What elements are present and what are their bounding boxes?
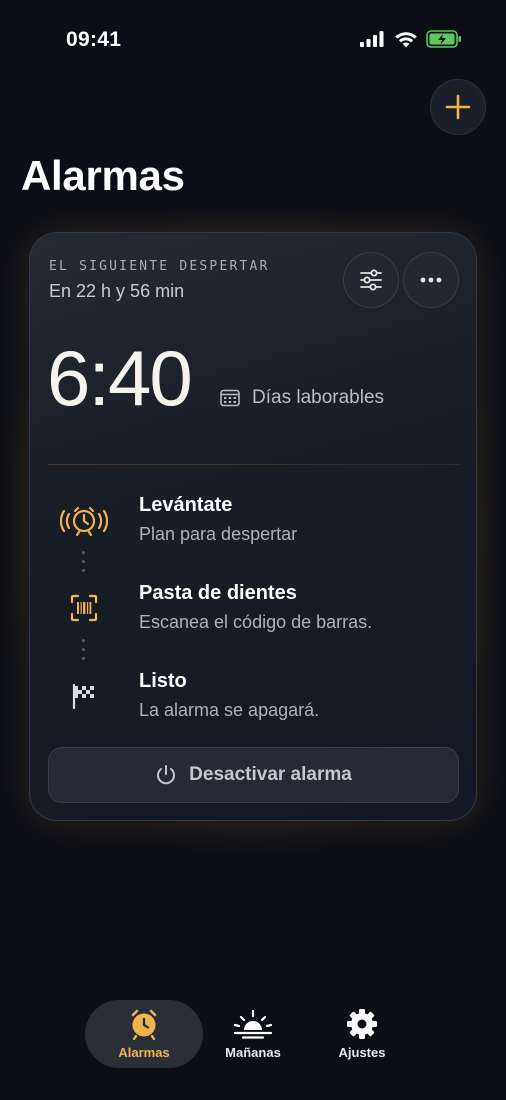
step-item[interactable]: Listo La alarma se apagará.: [30, 670, 478, 730]
sliders-icon: [360, 269, 382, 291]
ellipsis-icon: [420, 277, 442, 283]
alarm-card[interactable]: EL SIGUIENTE DESPERTAR En 22 h y 56 min …: [29, 232, 477, 821]
checkered-flag-icon: [60, 676, 108, 716]
tab-bar: Alarmas Mañanas Ajustes: [85, 1000, 421, 1068]
status-bar: 09:41: [0, 0, 506, 80]
barcode-scan-icon: [60, 588, 108, 628]
battery-charging-icon: [426, 30, 461, 48]
repeat-days: Días laborables: [220, 387, 384, 409]
repeat-days-label: Días laborables: [252, 387, 385, 408]
wifi-icon: [395, 31, 417, 47]
step-item[interactable]: Pasta de dientes Escanea el código de ba…: [30, 582, 478, 642]
status-time: 09:41: [66, 28, 122, 51]
deactivate-alarm-button[interactable]: Desactivar alarma: [48, 747, 459, 803]
alarm-time: 6:40: [47, 334, 193, 422]
gear-icon: [303, 1008, 421, 1040]
plus-icon: [445, 94, 471, 120]
next-wake-label: EL SIGUIENTE DESPERTAR: [49, 259, 270, 274]
tab-alarmas[interactable]: Alarmas: [85, 1000, 203, 1068]
alarm-clock-ringing-icon: [60, 500, 108, 540]
calendar-icon: [220, 389, 240, 407]
status-icons: [360, 30, 462, 48]
page-title: Alarmas: [21, 152, 185, 199]
tab-ajustes[interactable]: Ajustes: [303, 1000, 421, 1068]
cellular-signal-icon: [360, 31, 384, 47]
tab-label: Mañanas: [225, 1045, 281, 1060]
sunrise-icon: [194, 1008, 312, 1040]
deactivate-alarm-label: Desactivar alarma: [189, 764, 352, 785]
step-subtitle: Escanea el código de barras.: [139, 612, 373, 632]
tab-mananas[interactable]: Mañanas: [194, 1000, 312, 1068]
alarm-settings-button[interactable]: [343, 252, 399, 308]
step-subtitle: La alarma se apagará.: [139, 700, 320, 720]
step-item[interactable]: Levántate Plan para despertar: [30, 494, 478, 554]
tab-label: Alarmas: [118, 1045, 170, 1060]
step-connector: [82, 639, 86, 663]
power-icon: [157, 765, 176, 785]
more-options-button[interactable]: [403, 252, 459, 308]
step-title: Levántate: [139, 494, 233, 516]
step-subtitle: Plan para despertar: [139, 524, 298, 544]
add-alarm-button[interactable]: [430, 79, 486, 135]
next-wake-countdown: En 22 h y 56 min: [49, 281, 185, 301]
alarm-clock-icon: [85, 1008, 203, 1040]
step-title: Listo: [139, 670, 187, 692]
divider: [48, 464, 460, 465]
tab-label: Ajustes: [338, 1045, 386, 1060]
step-connector: [82, 551, 86, 575]
step-title: Pasta de dientes: [139, 582, 297, 604]
